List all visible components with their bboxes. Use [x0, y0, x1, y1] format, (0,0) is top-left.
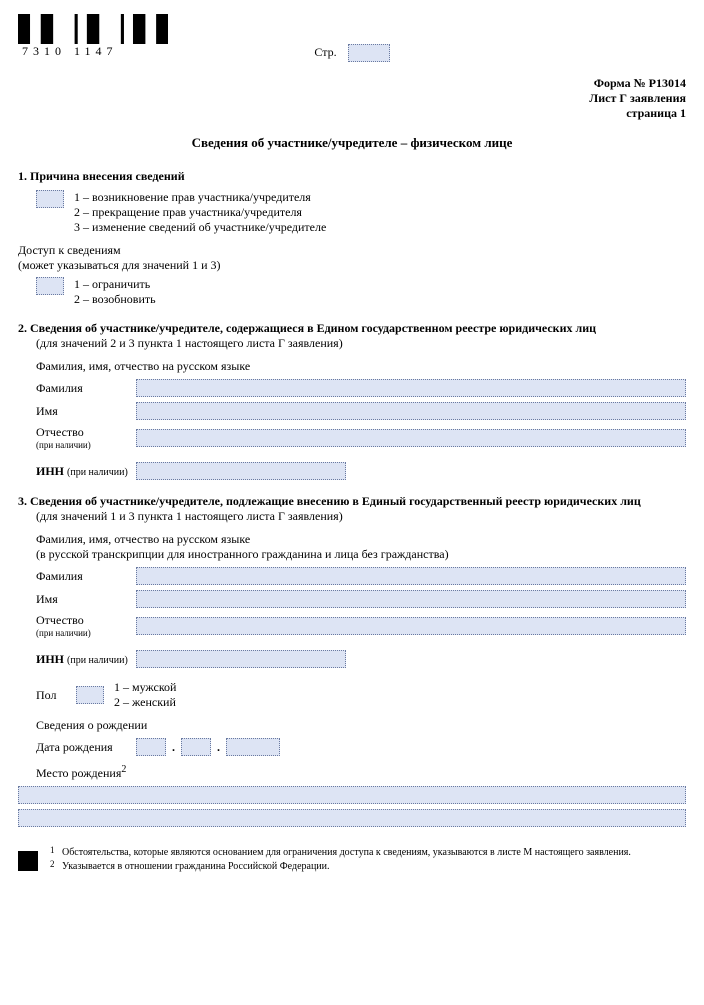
- sec2-name-field[interactable]: [136, 402, 686, 420]
- page-indicator: Стр.: [168, 14, 536, 62]
- access-head: Доступ к сведениям: [18, 243, 686, 258]
- sec3-fio-label: Фамилия, имя, отчество на русском языке …: [36, 532, 686, 562]
- reason-code-field[interactable]: [36, 190, 64, 208]
- sec2-surname-field[interactable]: [136, 379, 686, 397]
- pob-label: Место рождения2: [36, 764, 686, 781]
- sec3-name-field[interactable]: [136, 590, 686, 608]
- sec3-inn-field[interactable]: [136, 650, 346, 668]
- access-options: 1 – ограничить 2 – возобновить: [74, 277, 156, 307]
- form-number: Форма № Р13014: [18, 76, 686, 91]
- sec2-inn-label: ИНН (при наличии): [36, 464, 136, 479]
- reason-options: 1 – возникновение прав участника/учредит…: [74, 190, 326, 235]
- footer: 1Обстоятельства, которые являются основа…: [18, 845, 686, 873]
- pob-field-1[interactable]: [18, 786, 686, 804]
- footnote-2: 2Указывается в отношении гражданина Росс…: [50, 861, 686, 873]
- sec2-inn-field[interactable]: [136, 462, 346, 480]
- section3-head: 3. Сведения об участнике/учредителе, под…: [18, 494, 686, 524]
- sex-code-field[interactable]: [76, 686, 104, 704]
- sec3-fam-label: Фамилия: [36, 569, 136, 584]
- sec2-fio-label: Фамилия, имя, отчество на русском языке: [36, 359, 686, 374]
- reason-opt3: 3 – изменение сведений об участнике/учре…: [74, 220, 326, 235]
- dob-day-field[interactable]: [136, 738, 166, 756]
- access-opt2: 2 – возобновить: [74, 292, 156, 307]
- footnote-1: 1Обстоятельства, которые являются основа…: [50, 847, 686, 859]
- sec3-surname-field[interactable]: [136, 567, 686, 585]
- header-row: ▌▌│▌│▌▌│▌▌▌│▌│▌▌│▌▌│▌▌ 7310 1147 Стр.: [18, 14, 686, 72]
- sec3-inn-label: ИНН (при наличии): [36, 652, 136, 667]
- sex-opt2: 2 – женский: [114, 695, 176, 710]
- access-note: (может указываться для значений 1 и 3): [18, 258, 686, 273]
- pob-field-2[interactable]: [18, 809, 686, 827]
- dob-year-field[interactable]: [226, 738, 280, 756]
- form-sheet: Лист Г заявления: [18, 91, 686, 106]
- barcode-icon: ▌▌│▌│▌▌│▌▌▌│▌│▌▌│▌▌│▌▌: [18, 14, 168, 44]
- dob-label: Дата рождения: [36, 740, 136, 755]
- sex-label: Пол: [36, 688, 76, 703]
- black-marker-icon: [18, 851, 38, 871]
- sec2-patr-label: Отчество (при наличии): [36, 425, 136, 450]
- barcode-number: 7310 1147: [18, 44, 168, 59]
- page-label: Стр.: [314, 45, 336, 59]
- access-code-field[interactable]: [36, 277, 64, 295]
- form-page: страница 1: [18, 106, 686, 121]
- sex-options: 1 – мужской 2 – женский: [114, 680, 176, 710]
- sec3-patr-label: Отчество (при наличии): [36, 613, 136, 638]
- section2-sub: (для значений 2 и 3 пункта 1 настоящего …: [36, 336, 343, 350]
- page-number-field[interactable]: [348, 44, 390, 62]
- form-metadata: Форма № Р13014 Лист Г заявления страница…: [18, 76, 686, 121]
- sec2-fam-label: Фамилия: [36, 381, 136, 396]
- barcode-block: ▌▌│▌│▌▌│▌▌▌│▌│▌▌│▌▌│▌▌ 7310 1147: [18, 14, 168, 59]
- dob-month-field[interactable]: [181, 738, 211, 756]
- reason-opt2: 2 – прекращение прав участника/учредител…: [74, 205, 326, 220]
- section3-sub: (для значений 1 и 3 пункта 1 настоящего …: [36, 509, 343, 523]
- sec3-patronymic-field[interactable]: [136, 617, 686, 635]
- section2-head: 2. Сведения об участнике/учредителе, сод…: [18, 321, 686, 351]
- sec2-name-label: Имя: [36, 404, 136, 419]
- sex-opt1: 1 – мужской: [114, 680, 176, 695]
- birth-head: Сведения о рождении: [36, 718, 686, 733]
- page-title: Сведения об участнике/учредителе – физич…: [18, 135, 686, 151]
- sec2-patronymic-field[interactable]: [136, 429, 686, 447]
- reason-opt1: 1 – возникновение прав участника/учредит…: [74, 190, 326, 205]
- access-opt1: 1 – ограничить: [74, 277, 156, 292]
- section1-head: 1. Причина внесения сведений: [18, 169, 686, 184]
- sec3-name-label: Имя: [36, 592, 136, 607]
